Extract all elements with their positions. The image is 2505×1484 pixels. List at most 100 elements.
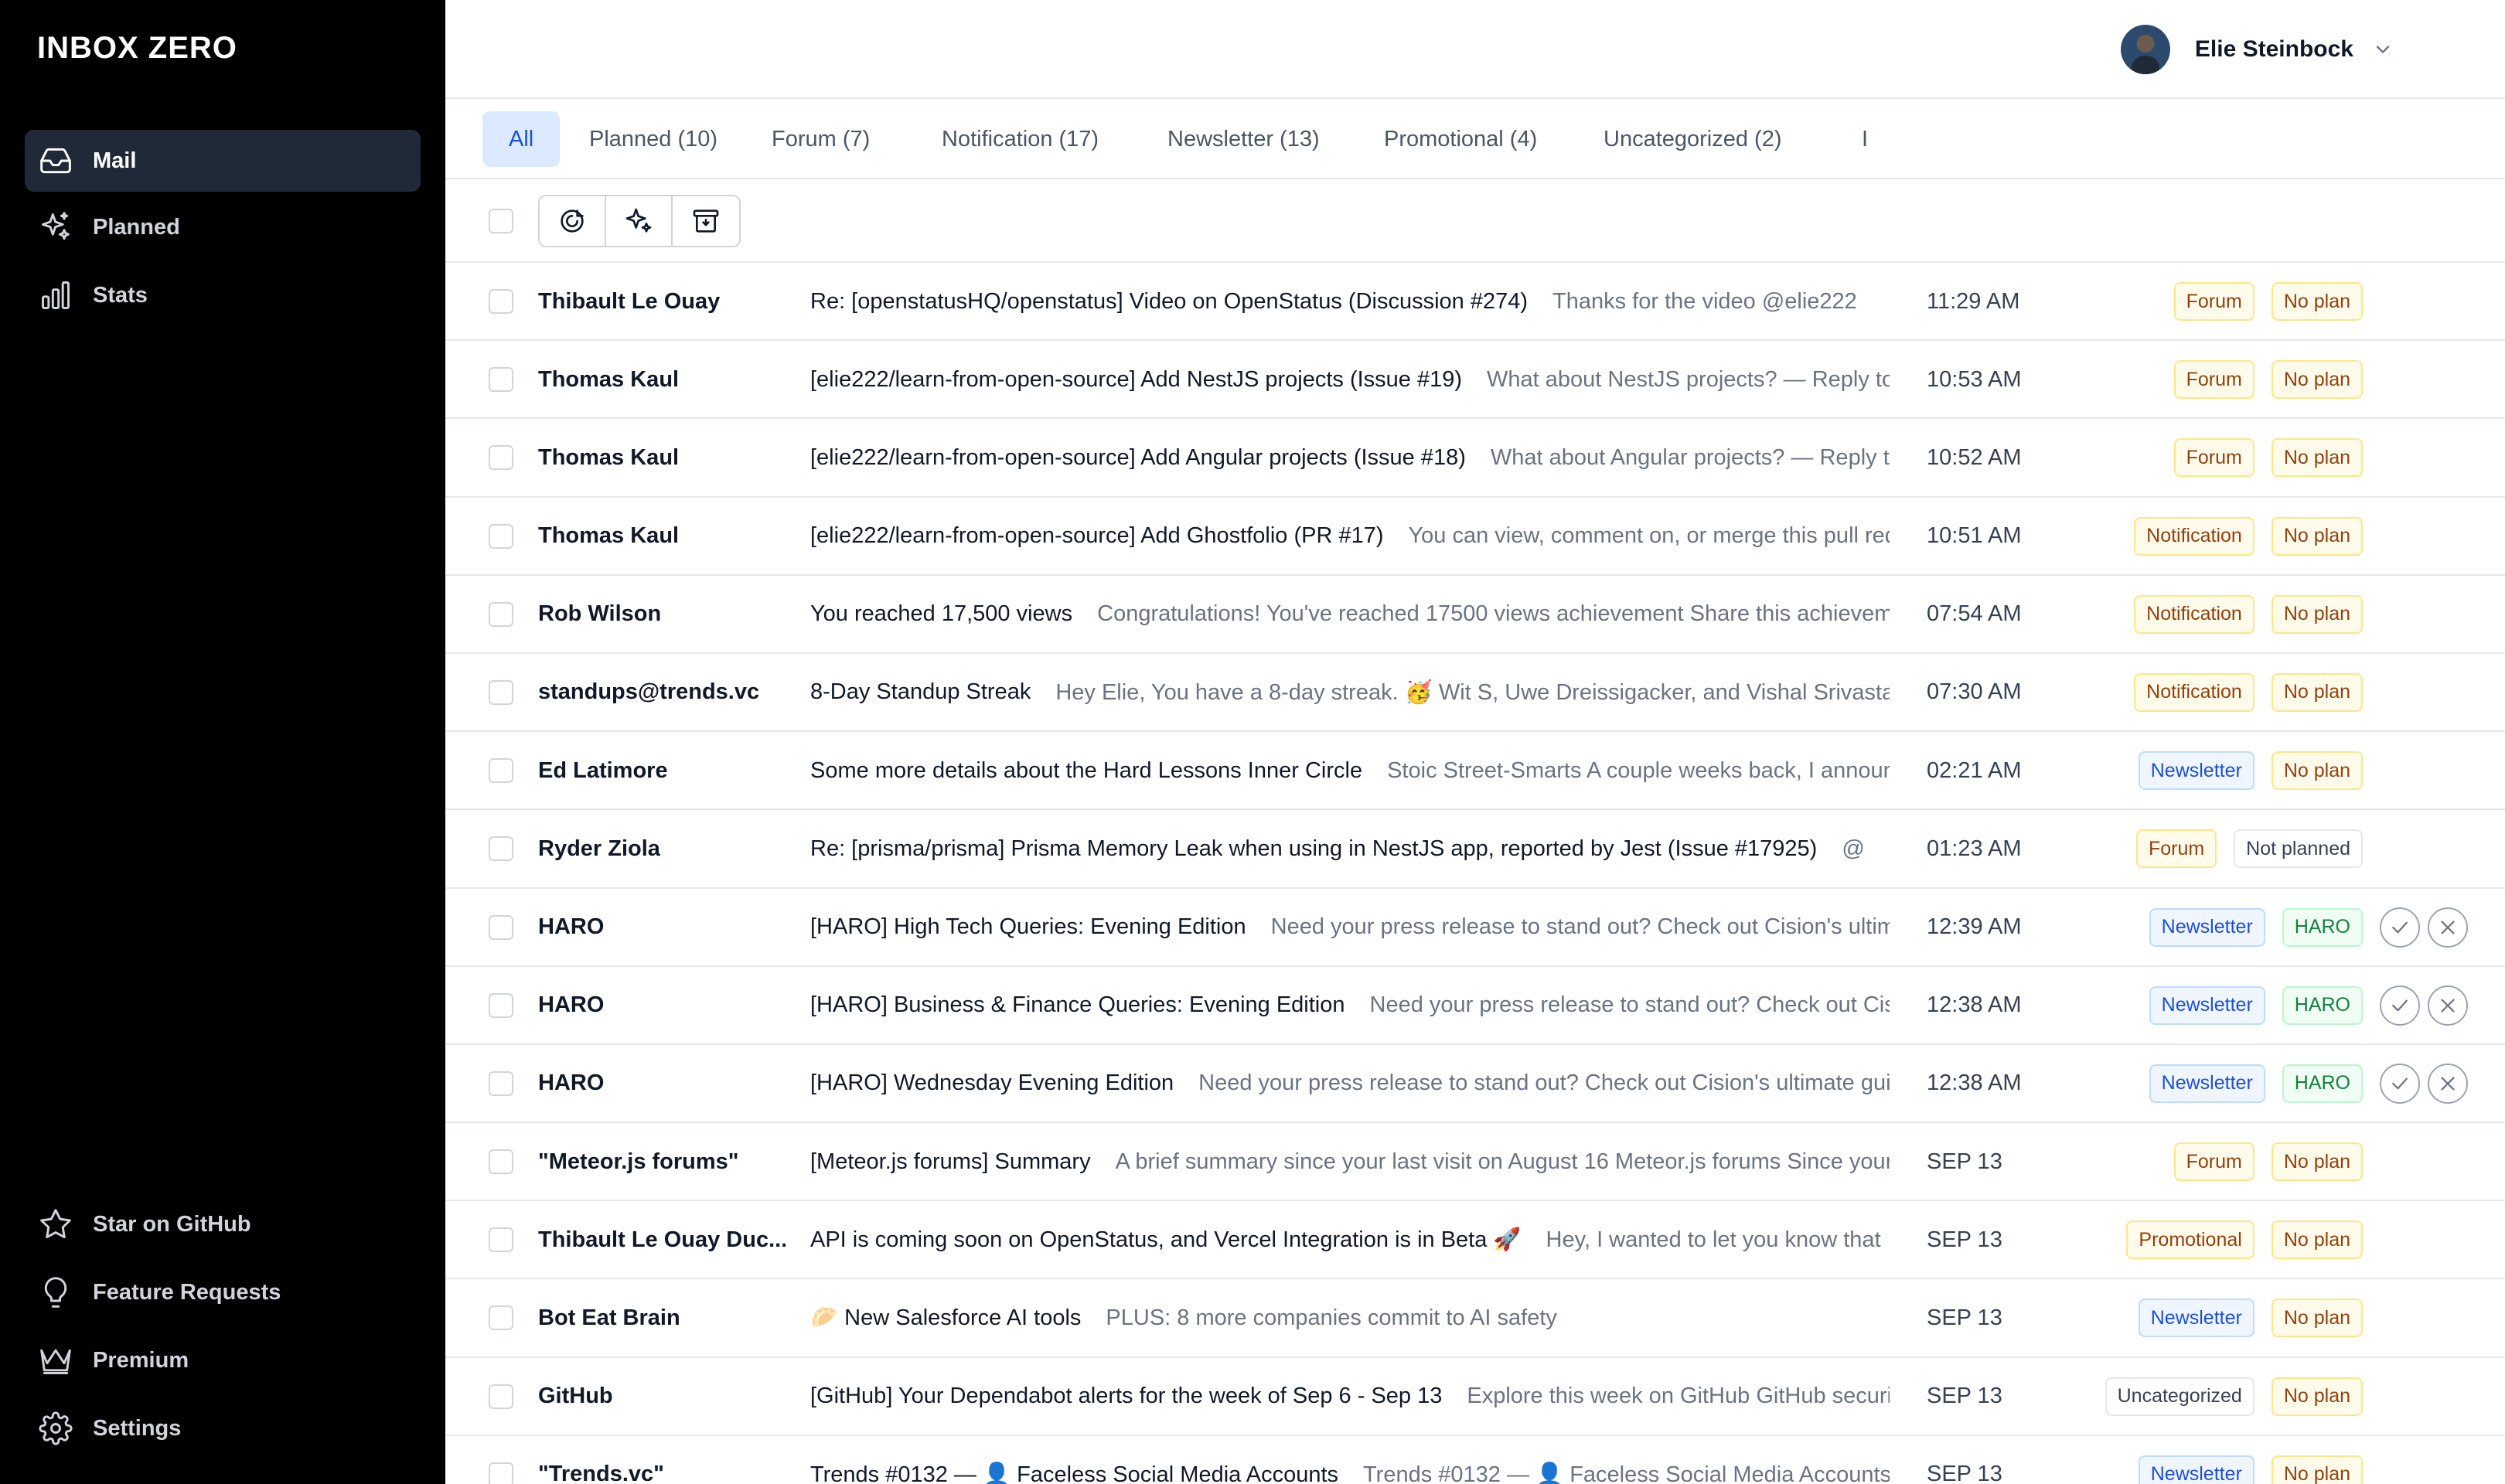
email-row[interactable]: Thomas Kaul [elie222/learn-from-open-sou… xyxy=(445,419,2505,498)
row-checkbox[interactable] xyxy=(489,1149,513,1175)
email-row[interactable]: standups@trends.vc 8-Day Standup Streak … xyxy=(445,654,2505,733)
badge-group: Uncategorized No plan xyxy=(2105,1358,2363,1435)
email-snippet: Need your press release to stand out? Ch… xyxy=(1270,914,1890,939)
tab-promotional[interactable]: Promotional (4) xyxy=(1358,111,1563,167)
plan-badge: No plan xyxy=(2271,1455,2363,1484)
sidebar-item-mail[interactable]: Mail xyxy=(25,130,421,192)
category-badge: Uncategorized xyxy=(2105,1377,2254,1416)
sidebar-item-label: Premium xyxy=(93,1347,189,1373)
email-time: 12:38 AM xyxy=(1927,992,2022,1018)
row-checkbox[interactable] xyxy=(489,1384,513,1409)
email-snippet: Congratulations! You've reached 17500 vi… xyxy=(1097,601,1890,627)
category-badge: Notification xyxy=(2134,594,2254,634)
row-checkbox[interactable] xyxy=(489,992,513,1018)
subject-line: Re: [prisma/prisma] Prisma Memory Leak w… xyxy=(810,810,1890,887)
row-checkbox[interactable] xyxy=(489,601,513,627)
plan-badge: No plan xyxy=(2271,672,2363,712)
email-row[interactable]: Thibault Le Ouay Re: [openstatusHQ/opens… xyxy=(445,263,2505,342)
user-menu[interactable]: Elie Steinbock xyxy=(2120,23,2394,76)
badge-group: Forum No plan xyxy=(2173,419,2363,496)
row-checkbox[interactable] xyxy=(489,1305,513,1331)
reject-button[interactable] xyxy=(2428,907,2468,948)
email-subject: [HARO] High Tech Queries: Evening Editio… xyxy=(810,914,1246,939)
plan-badge: No plan xyxy=(2271,1298,2363,1338)
row-checkbox[interactable] xyxy=(489,1227,513,1253)
plan-badge: No plan xyxy=(2271,594,2363,634)
sidebar-item-settings[interactable]: Settings xyxy=(25,1397,421,1459)
tab-notification[interactable]: Notification (17) xyxy=(915,111,1125,167)
tab-all[interactable]: All xyxy=(482,111,561,167)
check-icon xyxy=(2392,1077,2408,1090)
subject-line: Re: [openstatusHQ/openstatus] Video on O… xyxy=(810,263,1890,340)
email-snippet: PLUS: 8 more companies commit to AI safe… xyxy=(1106,1305,1557,1330)
row-checkbox[interactable] xyxy=(489,836,513,862)
email-row[interactable]: "Trends.vc" Trends #0132 — 👤 Faceless So… xyxy=(445,1436,2505,1484)
check-icon xyxy=(2392,999,2408,1012)
email-subject: [Meteor.js forums] Summary xyxy=(810,1149,1091,1174)
approve-button[interactable] xyxy=(2380,1063,2420,1104)
sidebar-item-premium[interactable]: Premium xyxy=(25,1329,421,1391)
email-row[interactable]: "Meteor.js forums" [Meteor.js forums] Su… xyxy=(445,1123,2505,1202)
row-checkbox[interactable] xyxy=(489,1070,513,1096)
email-row[interactable]: Rob Wilson You reached 17,500 views Cong… xyxy=(445,576,2505,654)
tab-more[interactable]: I xyxy=(1835,111,1894,167)
sender-name: Thomas Kaul xyxy=(538,444,680,470)
tab-forum[interactable]: Forum (7) xyxy=(745,111,896,167)
email-row[interactable]: Ryder Ziola Re: [prisma/prisma] Prisma M… xyxy=(445,810,2505,889)
email-row[interactable]: GitHub [GitHub] Your Dependabot alerts f… xyxy=(445,1358,2505,1436)
row-checkbox[interactable] xyxy=(489,1462,513,1484)
email-row[interactable]: HARO [HARO] Business & Finance Queries: … xyxy=(445,967,2505,1045)
subject-line: Some more details about the Hard Lessons… xyxy=(810,732,1890,809)
sender-name: Thomas Kaul xyxy=(538,366,680,392)
row-checkbox[interactable] xyxy=(489,289,513,314)
email-row[interactable]: Ed Latimore Some more details about the … xyxy=(445,732,2505,811)
email-subject: [elie222/learn-from-open-source] Add Gho… xyxy=(810,523,1384,549)
email-row[interactable]: Thomas Kaul [elie222/learn-from-open-sou… xyxy=(445,498,2505,576)
reject-button[interactable] xyxy=(2428,985,2468,1026)
select-all-checkbox[interactable] xyxy=(489,209,513,233)
badge-group: Newsletter No plan xyxy=(2138,1279,2363,1356)
sidebar-item-feature-requests[interactable]: Feature Requests xyxy=(25,1261,421,1323)
email-snippet: Need your press release to stand out? Ch… xyxy=(1198,1070,1890,1096)
row-checkbox[interactable] xyxy=(489,445,513,471)
email-row[interactable]: HARO [HARO] Wednesday Evening Edition Ne… xyxy=(445,1045,2505,1124)
email-time: 07:54 AM xyxy=(1927,601,2022,627)
email-subject: [GitHub] Your Dependabot alerts for the … xyxy=(810,1384,1443,1409)
email-snippet: Need your press release to stand out? Ch… xyxy=(1369,992,1890,1018)
row-checkbox[interactable] xyxy=(489,367,513,393)
category-badge: Notification xyxy=(2134,672,2254,712)
plan-badge: No plan xyxy=(2271,1377,2363,1416)
email-snippet: What about Angular projects? — Reply to … xyxy=(1490,444,1890,470)
tab-planned[interactable]: Planned (10) xyxy=(563,111,744,167)
email-row[interactable]: Thibault Le Ouay Duc... API is coming so… xyxy=(445,1201,2505,1280)
category-badge: Newsletter xyxy=(2149,907,2265,947)
ai-categorize-button[interactable] xyxy=(540,196,606,246)
row-checkbox[interactable] xyxy=(489,758,513,784)
badge-group: Forum No plan xyxy=(2173,1123,2363,1200)
email-snippet: Explore this week on GitHub GitHub secur… xyxy=(1467,1384,1890,1409)
row-checkbox[interactable] xyxy=(489,679,513,705)
email-row[interactable]: HARO [HARO] High Tech Queries: Evening E… xyxy=(445,889,2505,967)
sidebar-item-star-github[interactable]: Star on GitHub xyxy=(25,1193,421,1255)
row-checkbox[interactable] xyxy=(489,523,513,549)
sidebar-item-stats[interactable]: Stats xyxy=(25,264,421,326)
plan-actions xyxy=(2380,967,2468,1044)
email-subject: Some more details about the Hard Lessons… xyxy=(810,757,1363,783)
close-icon xyxy=(2441,1077,2455,1091)
email-subject: Trends #0132 — 👤 Faceless Social Media A… xyxy=(810,1462,1339,1484)
tab-uncategorized[interactable]: Uncategorized (2) xyxy=(1577,111,1808,167)
email-time: 12:39 AM xyxy=(1927,914,2022,939)
email-subject: [HARO] Wednesday Evening Edition xyxy=(810,1070,1174,1096)
email-snippet: Hey Elie, You have a 8-day streak. 🥳 Wit… xyxy=(1055,679,1890,705)
ai-plan-button[interactable] xyxy=(606,196,673,246)
reject-button[interactable] xyxy=(2428,1063,2468,1104)
email-row[interactable]: Thomas Kaul [elie222/learn-from-open-sou… xyxy=(445,341,2505,420)
email-row[interactable]: Bot Eat Brain 🥟 New Salesforce AI tools … xyxy=(445,1279,2505,1358)
row-checkbox[interactable] xyxy=(489,914,513,940)
sidebar-item-planned[interactable]: Planned xyxy=(25,196,421,258)
archive-button[interactable] xyxy=(673,196,739,246)
approve-button[interactable] xyxy=(2380,985,2420,1026)
tab-newsletter[interactable]: Newsletter (13) xyxy=(1141,111,1346,167)
subject-line: Trends #0132 — 👤 Faceless Social Media A… xyxy=(810,1436,1890,1484)
approve-button[interactable] xyxy=(2380,907,2420,948)
